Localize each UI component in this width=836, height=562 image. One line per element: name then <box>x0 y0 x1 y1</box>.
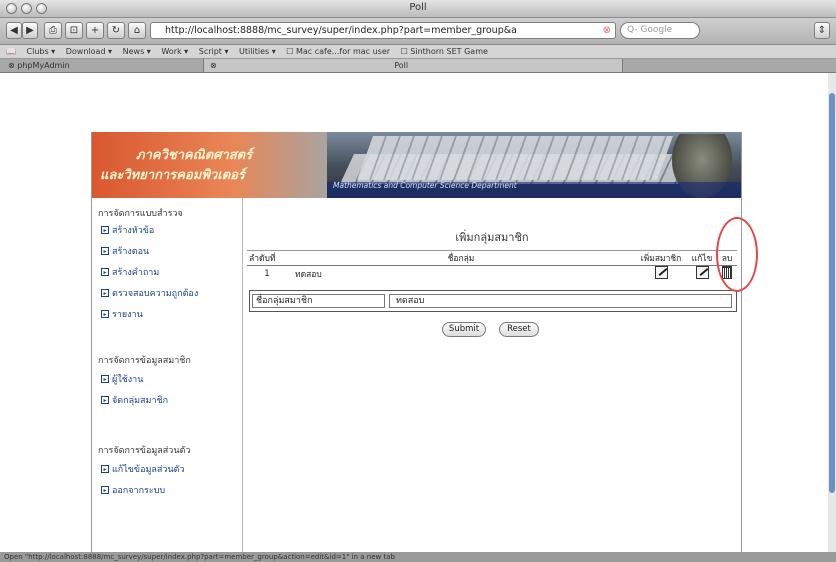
col-header-name: ชื่อกลุ่ม <box>447 254 475 264</box>
bookmark-item[interactable]: Utilities ▾ <box>239 47 276 56</box>
stop-icon[interactable]: ⊗ <box>603 25 611 36</box>
back-button[interactable]: ◀ <box>6 22 22 39</box>
arrow-icon: ▸ <box>101 310 109 318</box>
arrow-icon: ▸ <box>101 465 109 473</box>
col-header-no: ลำดับที่ <box>249 254 276 264</box>
tab-bar: ⊗ phpMyAdmin ⊗ Poll <box>0 59 836 73</box>
bookmark-item[interactable]: ☐ Sinthorn SET Game <box>401 47 488 56</box>
forward-button[interactable]: ▶ <box>22 22 38 39</box>
search-input[interactable]: Q- Google <box>620 22 700 39</box>
tab-label: phpMyAdmin <box>17 61 70 70</box>
scroll-thumb[interactable] <box>829 93 835 493</box>
cell-group-name: ทดสอบ <box>295 270 322 280</box>
group-form: ชื่อกลุ่มสมาชิก ทดสอบ <box>249 290 737 312</box>
bookmark-menu-button[interactable]: ⇕ <box>814 22 830 39</box>
add-member-cell <box>635 266 687 283</box>
arrow-icon: ▸ <box>101 268 109 276</box>
arrow-icon: ▸ <box>101 396 109 404</box>
sidebar-section-title: การจัดการข้อมูลสมาชิก <box>98 356 191 366</box>
tab-close-icon[interactable]: ⊗ <box>210 61 219 70</box>
window-title: Poll <box>409 2 427 13</box>
sidebar-item-validate[interactable]: ▸ ตรวจสอบความถูกต้อง <box>101 287 198 299</box>
keyboard-image <box>356 136 674 180</box>
address-url: http://localhost:8888/mc_survey/super/in… <box>165 25 517 36</box>
arrow-icon: ▸ <box>101 375 109 383</box>
arrow-icon: ▸ <box>101 226 109 234</box>
bookmark-item[interactable]: Download ▾ <box>66 47 112 56</box>
table-header-row: ลำดับที่ ชื่อกลุ่ม เพิ่มสมาชิก แก้ไข ลบ <box>247 250 737 266</box>
annotation-circle <box>716 217 758 292</box>
print-icon[interactable]: ⎙ <box>44 22 62 39</box>
banner-subtitle: Mathematics and Computer Science Departm… <box>327 182 741 198</box>
bookmark-item[interactable]: News ▾ <box>123 47 151 56</box>
banner-title-line2: และวิทยาการคอมพิวเตอร์ <box>100 168 245 183</box>
edit-cell <box>687 266 717 283</box>
sidebar-item-create-topic[interactable]: ▸ สร้างหัวข้อ <box>101 224 154 236</box>
bookmark-item[interactable]: Script ▾ <box>199 47 229 56</box>
banner-title-area: ภาควิชาคณิตศาสตร์ และวิทยาการคอมพิวเตอร์ <box>92 132 327 198</box>
cell-no: 1 <box>264 269 270 279</box>
table-row: 1 ทดสอบ <box>247 266 737 283</box>
browser-toolbar: ◀ ▶ ⎙ ⊡ + ↻ ⌂ http://localhost:8888/mc_s… <box>0 18 836 45</box>
sidebar-section-title: การจัดการแบบสำรวจ <box>98 209 183 219</box>
tab-poll[interactable]: ⊗ Poll <box>203 59 623 72</box>
snapback-icon[interactable]: ⊡ <box>65 22 83 39</box>
tab-phpmyadmin[interactable]: ⊗ phpMyAdmin <box>2 59 202 72</box>
tab-label: Poll <box>394 61 409 70</box>
reload-icon[interactable]: ↻ <box>107 22 125 39</box>
window-titlebar: Poll <box>0 0 836 18</box>
sidebar-item-logout[interactable]: ▸ ออกจากระบบ <box>101 484 165 496</box>
bookmarks-icon[interactable]: 📖 <box>6 47 16 56</box>
sidebar-item-create-section[interactable]: ▸ สร้างตอน <box>101 245 149 257</box>
sidebar-item-report[interactable]: ▸ รายงาน <box>101 308 143 320</box>
main-panel: เพิ่มกลุ่มสมาชิก ลำดับที่ ชื่อกลุ่ม เพิ่… <box>243 198 741 552</box>
group-table: ลำดับที่ ชื่อกลุ่ม เพิ่มสมาชิก แก้ไข ลบ … <box>247 250 737 282</box>
banner-title-line1: ภาควิชาคณิตศาสตร์ <box>136 148 253 163</box>
sidebar-item-create-question[interactable]: ▸ สร้างคำถาม <box>101 266 159 278</box>
add-member-icon[interactable] <box>654 266 668 279</box>
edit-icon[interactable] <box>695 266 709 279</box>
submit-button[interactable]: Submit <box>442 322 486 337</box>
poll-page: ภาควิชาคณิตศาสตร์ และวิทยาการคอมพิวเตอร์… <box>91 132 742 552</box>
group-name-label: ชื่อกลุ่มสมาชิก <box>252 294 385 308</box>
bookmarks-bar: 📖 Clubs ▾ Download ▾ News ▾ Work ▾ Scrip… <box>0 45 836 59</box>
reset-button[interactable]: Reset <box>499 322 539 337</box>
sidebar-item-users[interactable]: ▸ ผู้ใช้งาน <box>101 373 143 385</box>
status-bar: Open "http://localhost:8888/mc_survey/su… <box>0 552 836 562</box>
web-content: ภาควิชาคณิตศาสตร์ และวิทยาการคอมพิวเตอร์… <box>0 73 828 552</box>
address-bar[interactable]: http://localhost:8888/mc_survey/super/in… <box>150 22 616 39</box>
add-bookmark-icon[interactable]: + <box>86 22 104 39</box>
col-header-edit: แก้ไข <box>691 254 713 264</box>
sidebar-item-edit-profile[interactable]: ▸ แก้ไขข้อมูลส่วนตัว <box>101 463 185 475</box>
banner-image: Mathematics and Computer Science Departm… <box>327 132 741 198</box>
vertical-scrollbar[interactable] <box>828 73 836 552</box>
arrow-icon: ▸ <box>101 289 109 297</box>
group-name-field[interactable]: ทดสอบ <box>389 294 732 308</box>
arrow-icon: ▸ <box>101 247 109 255</box>
bookmark-item[interactable]: ☐ Mac cafe...for mac user <box>286 47 390 56</box>
bookmark-item[interactable]: Work ▾ <box>161 47 188 56</box>
sidebar-section-title: การจัดการข้อมูลส่วนตัว <box>98 446 191 456</box>
site-banner: ภาควิชาคณิตศาสตร์ และวิทยาการคอมพิวเตอร์… <box>92 132 741 198</box>
page-title: เพิ่มกลุ่มสมาชิก <box>455 231 529 244</box>
arrow-icon: ▸ <box>101 486 109 494</box>
home-icon[interactable]: ⌂ <box>128 22 146 39</box>
col-header-add-member: เพิ่มสมาชิก <box>640 254 682 264</box>
sidebar-item-member-groups[interactable]: ▸ จัดกลุ่มสมาชิก <box>101 394 168 406</box>
bookmark-item[interactable]: Clubs ▾ <box>27 47 56 56</box>
tab-close-icon[interactable]: ⊗ <box>8 61 17 70</box>
admin-sidebar: การจัดการแบบสำรวจ ▸ สร้างหัวข้อ ▸ สร้างตอน… <box>92 198 243 552</box>
